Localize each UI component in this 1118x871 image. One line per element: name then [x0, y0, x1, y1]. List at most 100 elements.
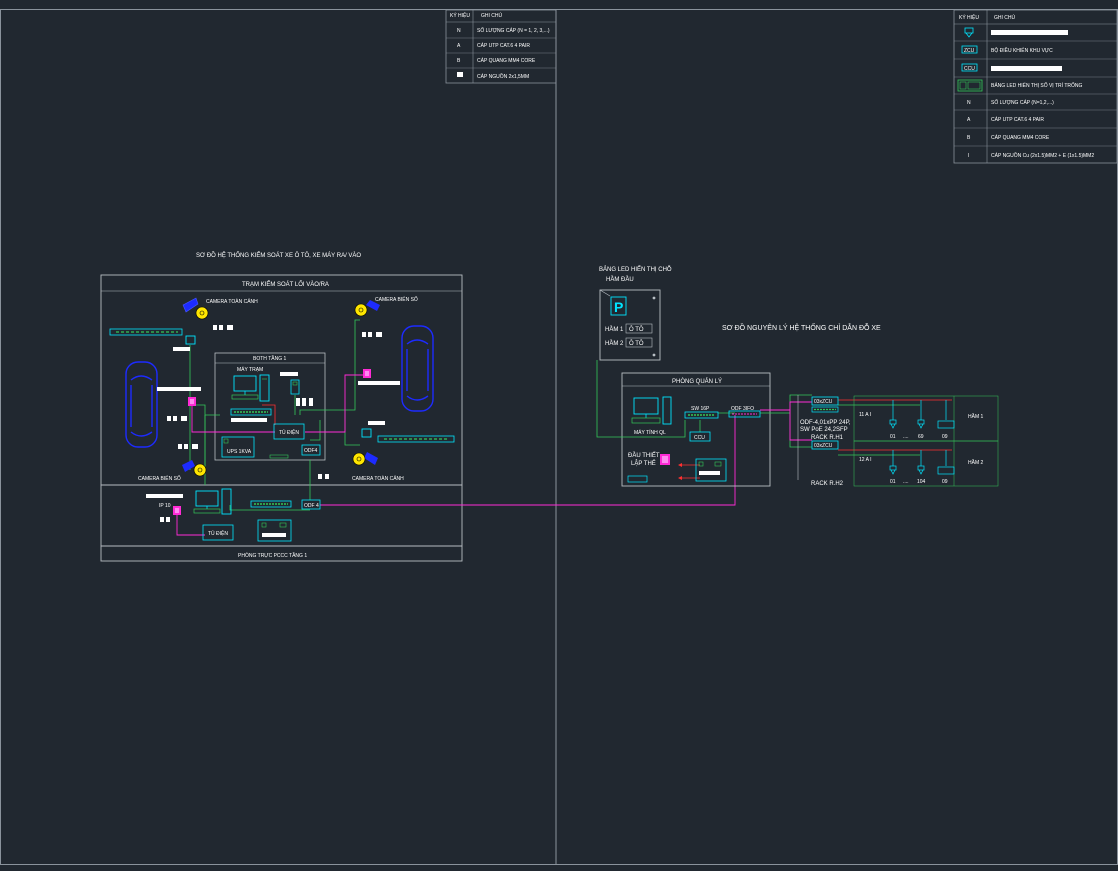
ccu-box: CCU	[689, 431, 711, 442]
electrical-panel: TỦ ĐIỆN	[202, 524, 234, 541]
ham1-zone-label: HẦM 1	[968, 413, 984, 420]
rack-h1-label: RACK R.H1	[811, 435, 844, 441]
legend-left-note: CÁP QUANG MM4 CORE	[477, 57, 536, 64]
legend-left-note: CÁP UTP CAT.6 4 PAIR	[477, 42, 530, 49]
row2-label: 12 A I	[859, 457, 872, 463]
duty-computer-icon	[193, 488, 232, 515]
parking-sensor-icon	[890, 469, 896, 475]
parking-sensor-icon	[917, 465, 925, 471]
legend-left-note: SỐ LƯỢNG CÁP (N = 1, 2, 3,...)	[477, 27, 550, 34]
parking-sensor-icon	[890, 423, 896, 429]
barrier-gate-bottom	[361, 428, 455, 443]
workstation-label: MÁY TRẠM	[237, 366, 263, 373]
legend-right-symbol: I	[968, 153, 969, 159]
zcu1-label: 03xZCU	[814, 399, 833, 405]
legend-left: KÝ HIỆU GHI CHÚ N SỐ LƯỢNG CÁP (N = 1, 2…	[445, 9, 557, 84]
legend-right-note: BẢNG LED HIỂN THỊ SỐ VỊ TRÍ TRỐNG	[991, 82, 1083, 89]
legend-right-note: CÁP QUANG MM4 CORE	[991, 134, 1050, 141]
ham2-zone-label: HẦM 2	[968, 459, 984, 466]
panel-label: TỦ ĐIỆN	[208, 529, 228, 537]
camera-overview-top-label: CAMERA TOÀN CẢNH	[206, 298, 258, 305]
ups-icon: UPS 1KVA	[221, 436, 255, 458]
ccu-label: CCU	[694, 435, 705, 441]
electrical-panel: TỦ ĐIỆN	[273, 423, 305, 440]
ham1-value: Ô TÔ	[629, 326, 644, 333]
odf-box: ODF4	[301, 444, 321, 456]
redacted-note	[991, 30, 1068, 35]
legend-right-note: CÁP UTP CAT.6 4 PAIR	[991, 116, 1044, 123]
legend-left-symbol: B	[457, 58, 461, 64]
management-computer-icon	[631, 396, 672, 425]
car-right	[401, 325, 434, 412]
camera-plate-top-label: CAMERA BIỂN SỐ	[375, 296, 418, 303]
card-reader-icon	[363, 369, 371, 378]
legend-left-header-symbol: KÝ HIỆU	[450, 11, 470, 19]
legend-left-symbol: A	[457, 43, 461, 49]
ip-label: IP 10	[159, 503, 171, 509]
legend-right-symbol: N	[967, 100, 971, 106]
sensor-label: 69	[918, 434, 924, 440]
fire-duty-room-title: PHÒNG TRỰC PCCC TẦNG 1	[238, 552, 307, 559]
zcu2-label: 03xZCU	[814, 443, 833, 449]
redacted-note	[991, 66, 1062, 71]
management-room-title: PHÒNG QUẢN LÝ	[672, 378, 722, 385]
network-switch-icon	[684, 411, 719, 419]
camera-overview-bottom-label: CAMERA TOÀN CẢNH	[352, 475, 404, 482]
card-printer-icon	[695, 458, 727, 482]
led-display-board: P HẦM 1 Ô TÔ HẦM 2 Ô TÔ	[599, 289, 661, 361]
management-computer-label: MÁY TÍNH QL	[634, 429, 666, 436]
led-board-title-2: HẦM ĐẦU	[606, 276, 634, 283]
led-indicator-icon	[937, 466, 955, 475]
legend-left-header-note: GHI CHÚ	[481, 12, 503, 19]
drawing-frame	[0, 9, 1118, 865]
led-indicator-icon	[937, 420, 955, 429]
rack-desc-1: ODF-4,01xPP 24P,	[800, 420, 851, 426]
zcu-rack-2: 03xZCU	[811, 440, 839, 450]
sensor-label: 01	[890, 434, 896, 440]
row1-label: 11 A I	[859, 412, 871, 418]
redacted-label	[699, 471, 720, 475]
controller-box-icon	[257, 519, 292, 542]
rack-h2-label: RACK R.H2	[811, 481, 844, 487]
panel-label: TỦ ĐIỆN	[279, 428, 299, 436]
legend-right-note: BỘ ĐIỀU KHIỂN KHU VỰC	[991, 47, 1053, 54]
card-reader-icon	[188, 397, 196, 406]
ham2-label: HẦM 2	[605, 340, 624, 347]
card-reader-icon	[660, 454, 670, 465]
odf-box: ODF 4	[301, 499, 321, 510]
camera-overview-top-icon	[182, 297, 209, 320]
card-reader-icon	[173, 506, 181, 515]
odf-label: ODF 4	[304, 503, 319, 509]
power-cable-icon	[457, 72, 463, 77]
arrow-icon	[678, 476, 682, 480]
parking-sensor-icon	[889, 465, 897, 471]
right-diagram-title: SƠ ĐỒ NGUYÊN LÝ HỆ THỐNG CHỈ DẪN ĐỖ XE	[722, 322, 881, 332]
parking-p-glyph: P	[614, 299, 623, 315]
network-switch-icon	[230, 408, 272, 416]
parking-sensor-icon	[918, 423, 924, 429]
barrier-gate-top	[109, 328, 196, 345]
sensor-label: 104	[917, 479, 926, 485]
ups-label: UPS 1KVA	[227, 449, 252, 455]
card-dispenser-icon	[290, 379, 300, 395]
parking-sensor-icon	[917, 419, 925, 425]
card-reader-label-2: LẬP THẺ	[631, 460, 656, 467]
legend-right-header-note: GHI CHÚ	[994, 14, 1016, 21]
entry-control-station: TRẠM KIỂM SOÁT LỐI VÀO/RA	[100, 274, 463, 486]
ham1-label: HẦM 1	[605, 326, 624, 333]
led-board-title-1: BẢNG LED HIỂN THỊ CHỖ	[599, 266, 672, 273]
car-left	[125, 361, 158, 448]
legend-right-symbol: CCU	[964, 66, 975, 72]
legend-right-header-symbol: KÝ HIỆU	[959, 13, 979, 21]
station-title: TRẠM KIỂM SOÁT LỐI VÀO/RA	[242, 281, 329, 288]
power-strip	[269, 454, 289, 459]
rack-desc-2: SW PoE 24,2SFP	[800, 427, 848, 433]
sensor-label: ....	[903, 434, 909, 440]
legend-right-symbol: ZCU	[964, 48, 975, 54]
camera-plate-bottom-icon	[182, 460, 207, 477]
keyboard-icon	[627, 475, 648, 483]
led-board-icon	[957, 79, 983, 92]
legend-right-symbol: A	[967, 117, 971, 123]
ham2-value: Ô TÔ	[629, 340, 644, 347]
left-diagram-title: SƠ ĐỒ HỆ THỐNG KIỂM SOÁT XE Ô TÔ, XE MÁY…	[196, 251, 361, 259]
